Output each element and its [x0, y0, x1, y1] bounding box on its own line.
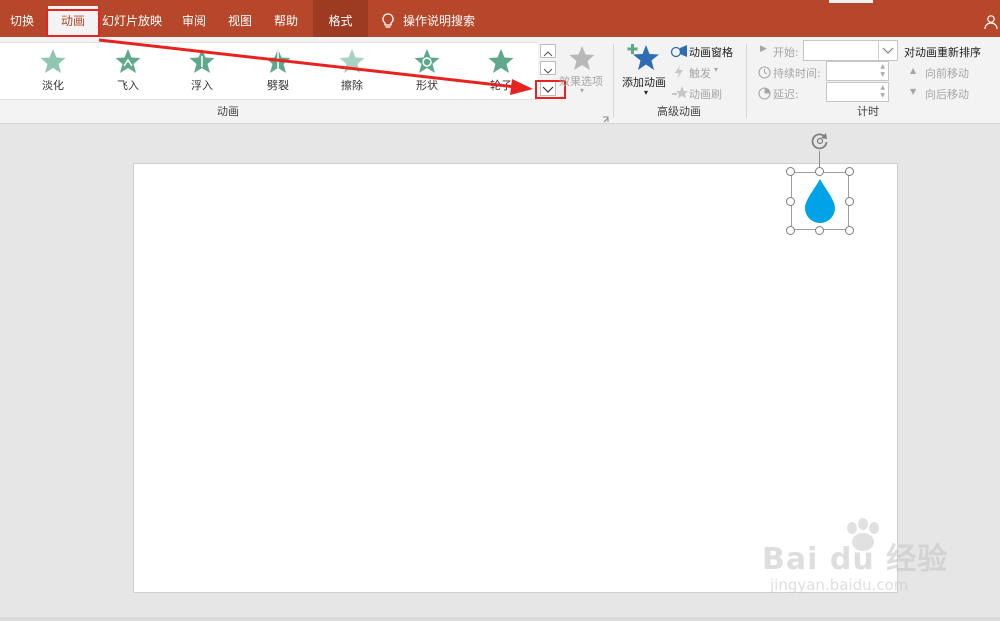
resize-handle-bottom[interactable]	[815, 226, 824, 235]
resize-handle-top-right[interactable]	[845, 167, 854, 176]
resize-handle-top-left[interactable]	[786, 167, 795, 176]
resize-handle-left[interactable]	[786, 197, 795, 206]
resize-handle-bottom-right[interactable]	[845, 226, 854, 235]
watermark-brand: Bai du 经验	[762, 542, 949, 577]
water-drop-shape[interactable]	[803, 178, 837, 224]
resize-handle-bottom-left[interactable]	[786, 226, 795, 235]
watermark-url: jingyan.baidu.com	[770, 576, 909, 594]
status-bar-edge	[0, 617, 1000, 621]
baidu-watermark: Bai du 经验 jingyan.baidu.com	[760, 512, 960, 602]
resize-handle-right[interactable]	[845, 197, 854, 206]
resize-handle-top[interactable]	[815, 167, 824, 176]
rotate-handle-icon[interactable]	[810, 131, 830, 151]
